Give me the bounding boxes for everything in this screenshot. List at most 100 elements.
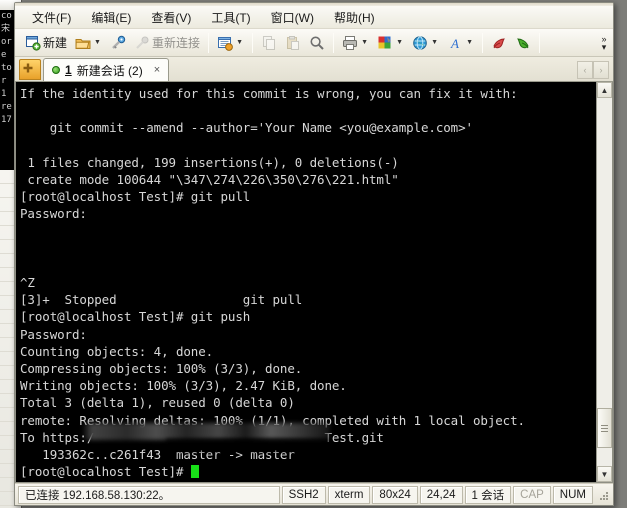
quick-connect-icon xyxy=(110,35,126,51)
terminal-line: Counting objects: 4, done. xyxy=(20,343,214,359)
font-caret[interactable]: ▼ xyxy=(465,31,474,55)
toolbar-separator-5 xyxy=(539,32,541,53)
web-icon xyxy=(412,35,428,51)
new-session-label: 新建 xyxy=(43,36,68,50)
scrollbar-grip-icon xyxy=(601,423,608,434)
connected-status-icon xyxy=(52,66,60,74)
new-session-icon xyxy=(25,35,41,51)
toolbar-separator-3 xyxy=(333,32,335,53)
menubar: 文件(F) 编辑(E) 查看(V) 工具(T) 窗口(W) 帮助(H) xyxy=(15,6,613,29)
status-emulation: xterm xyxy=(327,485,371,504)
new-session-button[interactable]: 新建 xyxy=(21,31,71,55)
open-session-button[interactable]: ▼ xyxy=(71,31,106,55)
web-caret[interactable]: ▼ xyxy=(430,31,439,55)
scrollbar-track[interactable] xyxy=(597,98,612,466)
reconnect-label: 重新连接 xyxy=(152,36,201,50)
find-icon xyxy=(309,35,325,51)
terminal-line: To https:/ Test.git xyxy=(20,429,384,445)
plus-icon xyxy=(22,62,38,78)
font-icon: A xyxy=(447,35,463,51)
status-protocol: SSH2 xyxy=(281,485,326,504)
toolbar-separator-1 xyxy=(208,32,210,53)
terminal-line: create mode 100644 "\347\274\226\350\276… xyxy=(20,171,399,187)
menu-view[interactable]: 查看(V) xyxy=(142,7,200,28)
color-scheme-caret[interactable]: ▼ xyxy=(395,31,404,55)
terminal-line: [root@localhost Test]# git push xyxy=(20,309,251,325)
terminal-line: Password: xyxy=(20,326,87,342)
tab-index: 1 xyxy=(65,63,72,77)
screen: co 宋 or e to r 1 re 17 文件(F) 编辑(E) 查看(V)… xyxy=(0,0,627,508)
menu-tools[interactable]: 工具(T) xyxy=(202,7,259,28)
terminal-line: [root@localhost Test]# git pull xyxy=(20,189,251,205)
resize-grip-icon[interactable] xyxy=(596,488,610,502)
upload-button[interactable] xyxy=(487,31,511,55)
copy-icon xyxy=(261,35,277,51)
reconnect-button[interactable]: 重新连接 xyxy=(130,31,204,55)
copy-button[interactable] xyxy=(257,31,281,55)
scrollbar-thumb[interactable] xyxy=(597,408,612,448)
tab-scroll-left-button[interactable]: ‹ xyxy=(577,61,593,79)
menu-window[interactable]: 窗口(W) xyxy=(262,7,323,28)
terminal-line: [root@localhost Test]# xyxy=(20,463,596,480)
menu-edit[interactable]: 编辑(E) xyxy=(82,7,140,28)
menu-file[interactable]: 文件(F) xyxy=(23,7,80,28)
upload-icon xyxy=(491,35,507,51)
tab-close-icon[interactable]: × xyxy=(152,64,162,76)
tab-scroll-right-button[interactable]: › xyxy=(593,61,609,79)
terminal-line: 1 files changed, 199 insertions(+), 0 de… xyxy=(20,154,399,170)
quick-connect-button[interactable] xyxy=(106,31,130,55)
font-button[interactable]: A ▼ xyxy=(443,31,478,55)
status-num-lock: NUM xyxy=(552,485,593,504)
svg-text:A: A xyxy=(450,36,459,51)
status-size: 80x24 xyxy=(372,485,418,504)
terminal-line: [3]+ Stopped git pull xyxy=(20,292,303,308)
toolbar-separator-4 xyxy=(482,32,484,53)
terminal-area: If the identity used for this commit is … xyxy=(15,82,613,483)
terminal-line: Password: xyxy=(20,206,87,222)
status-connection: 已连接 192.168.58.130:22。 xyxy=(18,485,280,504)
color-scheme-button[interactable]: ▼ xyxy=(373,31,408,55)
toolbar: 新建 ▼ 重新连接 ▼ ▼ ▼ ▼ A ▼ » ▾ xyxy=(15,29,613,57)
securecrt-window: 文件(F) 编辑(E) 查看(V) 工具(T) 窗口(W) 帮助(H) 新建 ▼… xyxy=(14,2,614,506)
log-session-icon xyxy=(217,35,233,51)
terminal-line: ^Z xyxy=(20,275,35,291)
tab-scroll-controls: ‹ › xyxy=(577,59,613,81)
status-cursor-position: 24,24 xyxy=(419,485,463,504)
scrollbar-up-button[interactable]: ▲ xyxy=(597,82,612,98)
new-tab-button[interactable] xyxy=(19,59,41,80)
tab-session-1[interactable]: 1 新建会话 (2) × xyxy=(43,58,170,81)
menu-help[interactable]: 帮助(H) xyxy=(325,7,384,28)
print-icon xyxy=(342,35,358,51)
print-caret[interactable]: ▼ xyxy=(360,31,369,55)
terminal-cursor xyxy=(190,465,199,479)
terminal-line: remote: Resolving deltas: 100% (1/1), co… xyxy=(20,412,525,428)
toolbar-overflow-button[interactable]: » ▾ xyxy=(597,30,611,56)
find-button[interactable] xyxy=(305,31,329,55)
terminal-line: Total 3 (delta 1), reused 0 (delta 0) xyxy=(20,395,295,411)
open-folder-icon xyxy=(75,35,91,51)
terminal-line: 193362c..c261f43 master -> master xyxy=(20,446,295,462)
color-scheme-icon xyxy=(377,35,393,51)
tab-label: 新建会话 (2) xyxy=(76,63,143,78)
download-button[interactable] xyxy=(511,31,535,55)
terminal-output[interactable]: If the identity used for this commit is … xyxy=(16,82,596,482)
open-session-caret[interactable]: ▼ xyxy=(93,31,102,55)
paste-button[interactable] xyxy=(281,31,305,55)
web-button[interactable]: ▼ xyxy=(408,31,443,55)
paste-icon xyxy=(285,35,301,51)
terminal-scrollbar[interactable]: ▲ ▼ xyxy=(596,82,612,482)
log-session-caret[interactable]: ▼ xyxy=(235,31,244,55)
print-button[interactable]: ▼ xyxy=(338,31,373,55)
log-session-button[interactable]: ▼ xyxy=(213,31,248,55)
scrollbar-down-button[interactable]: ▼ xyxy=(597,466,612,482)
toolbar-separator-2 xyxy=(252,32,254,53)
tabbar: 1 新建会话 (2) × ‹ › xyxy=(15,57,613,82)
terminal-line: git commit --amend --author='Your Name <… xyxy=(20,120,473,136)
status-session-count: 1 会话 xyxy=(464,485,512,504)
reconnect-icon xyxy=(134,35,150,51)
